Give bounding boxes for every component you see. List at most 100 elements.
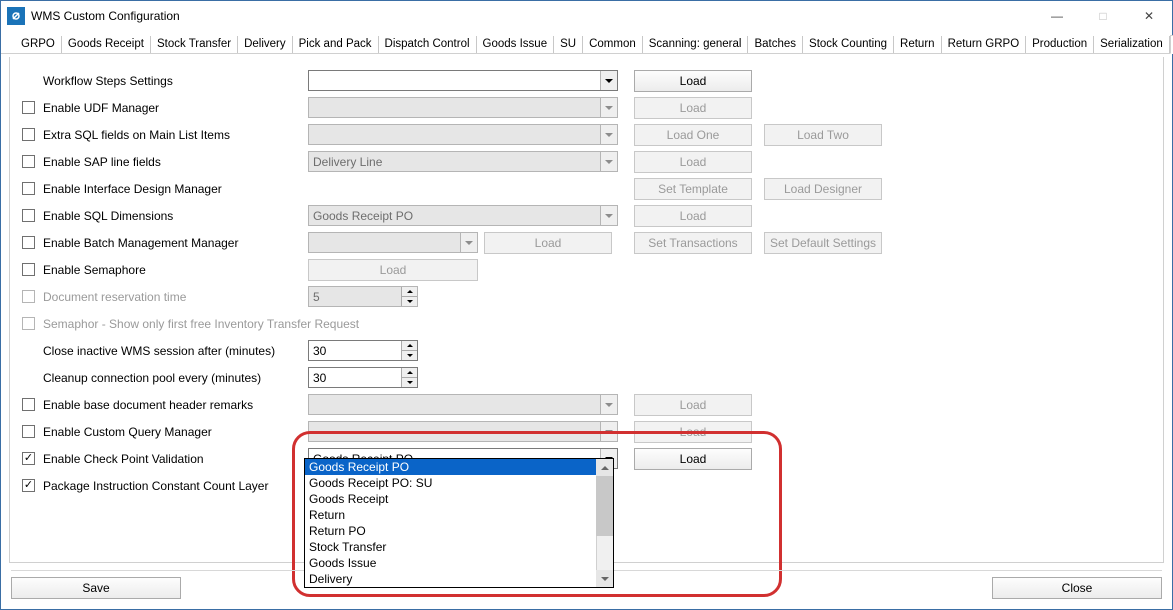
spinner-down-icon (401, 297, 417, 306)
tab-scanning-general[interactable]: Scanning: general (643, 36, 749, 53)
udf-combo (308, 97, 618, 118)
docres-spinner: 5 (308, 286, 418, 307)
udf-load-button: Load (634, 97, 752, 119)
extrasql-loadone-button: Load One (634, 124, 752, 146)
workflow-label: Workflow Steps Settings (43, 74, 173, 88)
sqldim-load-button: Load (634, 205, 752, 227)
customquery-checkbox[interactable] (22, 425, 35, 438)
settemplate-button: Set Template (634, 178, 752, 200)
tab-return[interactable]: Return (894, 36, 942, 53)
spinner-up-icon (401, 287, 417, 297)
cleanup-label: Cleanup connection pool every (minutes) (43, 371, 261, 385)
dropdown-option[interactable]: Return PO (305, 523, 613, 539)
tab-content-manager: Workflow Steps Settings Load Enable UDF … (9, 57, 1164, 563)
tab-delivery[interactable]: Delivery (238, 36, 293, 53)
udf-label: Enable UDF Manager (43, 101, 159, 115)
chevron-down-icon (460, 233, 477, 252)
dropdown-option[interactable]: Goods Receipt PO (305, 459, 613, 475)
scrollbar[interactable] (596, 459, 613, 587)
packageinstr-label: Package Instruction Constant Count Layer (43, 479, 268, 493)
tab-pick-and-pack[interactable]: Pick and Pack (293, 36, 379, 53)
basedoc-checkbox[interactable] (22, 398, 35, 411)
dropdown-option[interactable]: Goods Issue (305, 555, 613, 571)
minimize-button[interactable]: — (1034, 1, 1080, 31)
workflow-combo[interactable] (308, 70, 618, 91)
spinner-down-icon[interactable] (401, 351, 417, 360)
packageinstr-checkbox[interactable] (22, 479, 35, 492)
tab-stock-transfer[interactable]: Stock Transfer (151, 36, 238, 53)
semaphore-label: Enable Semaphore (43, 263, 146, 277)
tab-return-grpo[interactable]: Return GRPO (942, 36, 1027, 53)
interfacedesign-checkbox[interactable] (22, 182, 35, 195)
tab-serialization[interactable]: Serialization (1094, 36, 1170, 53)
batchmgmt-checkbox[interactable] (22, 236, 35, 249)
extrasql-checkbox[interactable] (22, 128, 35, 141)
checkpoint-load-button[interactable]: Load (634, 448, 752, 470)
chevron-down-icon (600, 206, 617, 225)
tab-production[interactable]: Production (1026, 36, 1094, 53)
spinner-up-icon[interactable] (401, 368, 417, 378)
tab-dispatch-control[interactable]: Dispatch Control (379, 36, 477, 53)
scroll-up-icon[interactable] (596, 459, 613, 476)
checkpoint-label: Enable Check Point Validation (43, 452, 204, 466)
tab-goods-receipt[interactable]: Goods Receipt (62, 36, 151, 53)
maximize-button: □ (1080, 1, 1126, 31)
semaphorfirst-checkbox (22, 317, 35, 330)
closeinactive-spinner[interactable]: 30 (308, 340, 418, 361)
tabs-row: GRPOGoods ReceiptStock TransferDeliveryP… (1, 31, 1172, 54)
chevron-down-icon (600, 98, 617, 117)
interfacedesign-label: Enable Interface Design Manager (43, 182, 222, 196)
batchmgmt-midload-button: Load (484, 232, 612, 254)
docres-checkbox (22, 290, 35, 303)
sqldim-label: Enable SQL Dimensions (43, 209, 173, 223)
checkpoint-checkbox[interactable] (22, 452, 35, 465)
scrollbar-thumb[interactable] (596, 476, 613, 536)
window: WMS Custom Configuration — □ ✕ GRPOGoods… (0, 0, 1173, 610)
checkpoint-dropdown-list[interactable]: Goods Receipt POGoods Receipt PO: SUGood… (304, 458, 614, 588)
sapline-checkbox[interactable] (22, 155, 35, 168)
batchmgmt-label: Enable Batch Management Manager (43, 236, 238, 250)
sapline-load-button: Load (634, 151, 752, 173)
customquery-combo (308, 421, 618, 442)
sqldim-checkbox[interactable] (22, 209, 35, 222)
extrasql-loadtwo-button: Load Two (764, 124, 882, 146)
save-button[interactable]: Save (11, 577, 181, 599)
chevron-down-icon (600, 152, 617, 171)
settransactions-button: Set Transactions (634, 232, 752, 254)
loaddesigner-button: Load Designer (764, 178, 882, 200)
dropdown-option[interactable]: Goods Receipt PO: SU (305, 475, 613, 491)
spinner-down-icon[interactable] (401, 378, 417, 387)
tab-grpo[interactable]: GRPO (15, 36, 62, 53)
dropdown-option[interactable]: Delivery (305, 571, 613, 587)
tab-common[interactable]: Common (583, 36, 643, 53)
chevron-down-icon[interactable] (600, 71, 617, 90)
udf-checkbox[interactable] (22, 101, 35, 114)
customquery-label: Enable Custom Query Manager (43, 425, 212, 439)
dropdown-option[interactable]: Return (305, 507, 613, 523)
app-icon (7, 7, 25, 25)
dropdown-option[interactable]: Goods Receipt (305, 491, 613, 507)
scroll-down-icon[interactable] (596, 570, 613, 587)
cleanup-spinner[interactable]: 30 (308, 367, 418, 388)
dropdown-option[interactable]: Stock Transfer (305, 539, 613, 555)
basedoc-label: Enable base document header remarks (43, 398, 253, 412)
tab-su[interactable]: SU (554, 36, 583, 53)
spinner-up-icon[interactable] (401, 341, 417, 351)
extrasql-label: Extra SQL fields on Main List Items (43, 128, 230, 142)
tab-goods-issue[interactable]: Goods Issue (477, 36, 555, 53)
semaphore-checkbox[interactable] (22, 263, 35, 276)
tab-batches[interactable]: Batches (748, 36, 803, 53)
window-title: WMS Custom Configuration (31, 9, 1034, 23)
semaphorfirst-label: Semaphor - Show only first free Inventor… (43, 317, 359, 331)
window-controls: — □ ✕ (1034, 1, 1172, 31)
tab-stock-counting[interactable]: Stock Counting (803, 36, 894, 53)
sqldim-combo: Goods Receipt PO (308, 205, 618, 226)
close-window-button[interactable]: ✕ (1126, 1, 1172, 31)
close-button[interactable]: Close (992, 577, 1162, 599)
sapline-combo: Delivery Line (308, 151, 618, 172)
sapline-label: Enable SAP line fields (43, 155, 161, 169)
workflow-load-button[interactable]: Load (634, 70, 752, 92)
basedoc-combo (308, 394, 618, 415)
chevron-down-icon (600, 395, 617, 414)
batchmgmt-combo (308, 232, 478, 253)
